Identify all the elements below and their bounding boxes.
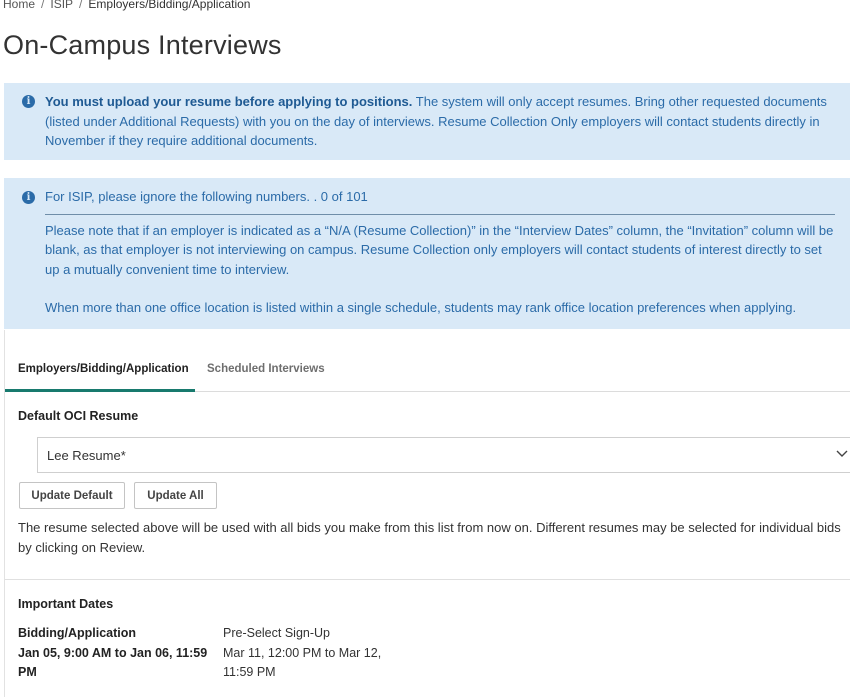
page-title: On-Campus Interviews	[3, 30, 282, 60]
info-circle-icon: i	[22, 95, 35, 108]
date-item-range: Jan 05, 9:00 AM to Jan 06, 11:59 PM	[18, 645, 208, 680]
date-item-preselect: Pre-Select Sign-Up Mar 11, 12:00 PM to M…	[223, 624, 393, 683]
update-all-button[interactable]: Update All	[134, 482, 217, 509]
date-item-bidding: Bidding/Application Jan 05, 9:00 AM to J…	[18, 624, 218, 683]
alert-paragraph: Please note that if an employer is indic…	[45, 222, 834, 277]
update-default-button[interactable]: Update Default	[19, 482, 125, 509]
date-item-range: Mar 11, 12:00 PM to Mar 12, 11:59 PM	[223, 645, 382, 680]
date-item-name: Bidding/Application	[18, 626, 137, 640]
default-oci-resume-label: Default OCI Resume	[18, 409, 139, 423]
breadcrumb-separator: /	[41, 0, 45, 11]
breadcrumb-isip-link[interactable]: ISIP	[50, 0, 73, 11]
tab-bar: Employers/Bidding/Application Scheduled …	[5, 330, 850, 392]
important-dates-label: Important Dates	[18, 597, 114, 611]
breadcrumb: Home / ISIP / Employers/Bidding/Application	[3, 0, 250, 11]
breadcrumb-separator: /	[79, 0, 83, 11]
tab-scheduled-interviews[interactable]: Scheduled Interviews	[207, 330, 325, 392]
chevron-down-icon	[836, 450, 848, 457]
breadcrumb-current: Employers/Bidding/Application	[88, 0, 251, 11]
alert-paragraph: When more than one office location is li…	[45, 300, 797, 316]
alert-header-text: For ISIP, please ignore the following nu…	[45, 189, 368, 204]
info-circle-icon: i	[22, 191, 35, 204]
resume-select-value: Lee Resume*	[47, 448, 126, 463]
page: Home / ISIP / Employers/Bidding/Application …	[0, 0, 850, 697]
breadcrumb-home-link[interactable]: Home	[3, 0, 35, 11]
section-divider	[5, 579, 850, 580]
date-item-name: Pre-Select Sign-Up	[223, 626, 330, 640]
resume-help-text: The resume selected above will be used w…	[18, 520, 841, 555]
oci-panel: Employers/Bidding/Application Scheduled …	[4, 330, 850, 697]
resume-select[interactable]: Lee Resume*	[37, 437, 850, 473]
tab-employers-bidding-application[interactable]: Employers/Bidding/Application	[5, 330, 195, 392]
alert-bold-text: You must upload your resume before apply…	[45, 94, 827, 149]
resume-required-alert: i You must upload your resume before app…	[4, 83, 850, 160]
alert-divider	[45, 213, 835, 215]
isip-notice-alert: i For ISIP, please ignore the following …	[4, 178, 850, 329]
